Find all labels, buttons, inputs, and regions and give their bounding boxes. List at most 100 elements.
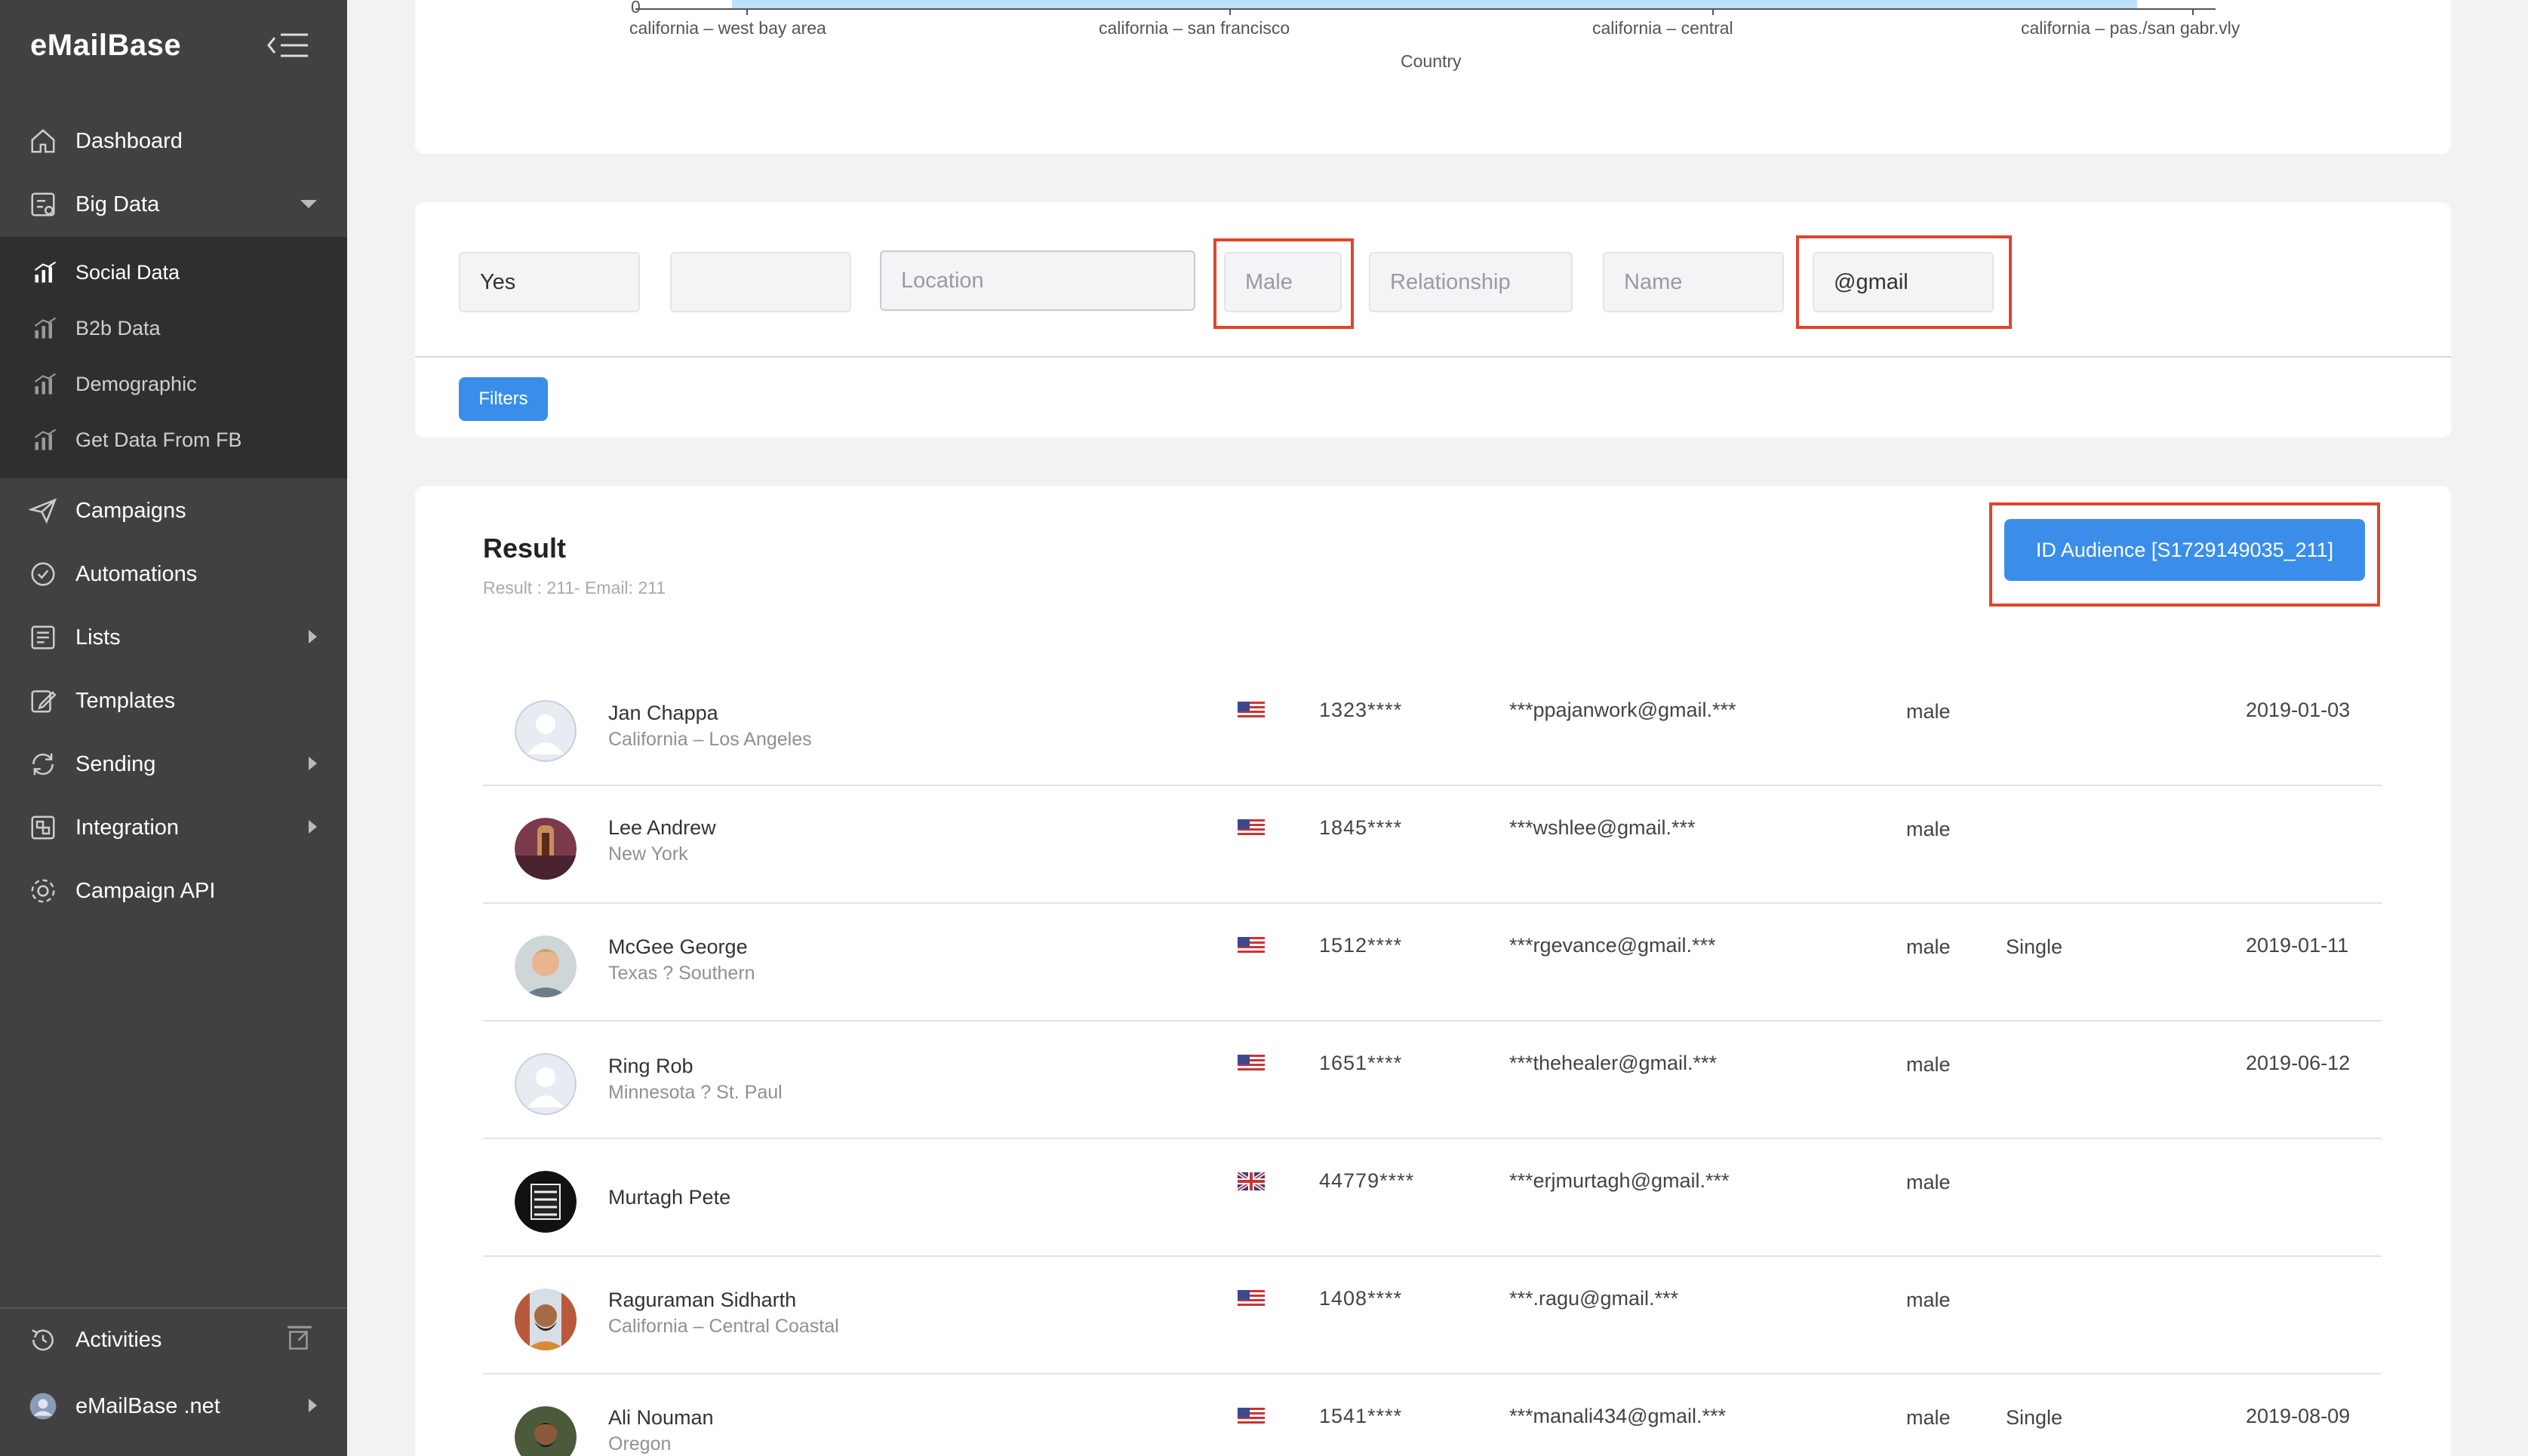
sidebar-item-integration[interactable]: Integration [0, 796, 347, 859]
table-row[interactable]: Jan Chappa California – Los Angeles 1323… [483, 668, 2382, 786]
avatar [515, 1406, 577, 1456]
check-circle-icon [27, 558, 59, 590]
sidebar-item-label: Campaign API [75, 878, 216, 903]
submenu-item-demographic[interactable]: Demographic [0, 356, 347, 412]
sidebar-item-account[interactable]: eMailBase .net [0, 1375, 347, 1438]
contact-relationship: Single [2006, 1406, 2063, 1429]
table-row[interactable]: Murtagh Pete 44779**** ***erjmurtagh@gma… [483, 1139, 2382, 1257]
sidebar-item-label: Integration [75, 815, 180, 840]
contact-gender: male [1906, 1289, 1951, 1311]
filter-field-empty[interactable] [670, 252, 851, 312]
filters-button[interactable]: Filters [459, 377, 548, 421]
contact-location: New York [608, 843, 688, 865]
contact-email: ***erjmurtagh@gmail.*** [1509, 1169, 1730, 1192]
send-icon [27, 495, 59, 527]
sidebar-item-dashboard[interactable]: Dashboard [0, 109, 347, 173]
table-row[interactable]: Raguraman Sidharth California – Central … [483, 1257, 2382, 1375]
home-icon [27, 125, 59, 157]
submenu-item-social-data[interactable]: Social Data [0, 244, 347, 300]
us-flag-icon [1238, 702, 1265, 720]
contact-name: Raguraman Sidharth [608, 1289, 797, 1311]
list-icon [27, 622, 59, 653]
submenu-item-b2b-data[interactable]: B2b Data [0, 300, 347, 356]
sidebar-item-label: Dashboard [75, 128, 183, 153]
sidebar-item-lists[interactable]: Lists [0, 606, 347, 669]
us-flag-icon [1238, 1290, 1265, 1308]
sidebar-item-label: Templates [75, 688, 176, 713]
result-card: Result Result : 211- Email: 211 ID Audie… [415, 486, 2451, 1456]
integration-icon [27, 812, 59, 843]
contact-email: ***manali434@gmail.*** [1509, 1405, 1727, 1427]
contact-phone: 1512**** [1319, 934, 1403, 957]
submenu-item-get-data-from-fb[interactable]: Get Data From FB [0, 412, 347, 468]
avatar [515, 1171, 577, 1233]
avatar [515, 1053, 577, 1115]
brand-logo[interactable]: eMailBase [30, 29, 181, 63]
contact-name: Murtagh Pete [608, 1186, 731, 1209]
contact-email: ***.ragu@gmail.*** [1509, 1287, 1679, 1310]
avatar [515, 935, 577, 997]
sidebar-item-automations[interactable]: Automations [0, 542, 347, 606]
avatar [27, 1390, 59, 1422]
bar-chart-icon [34, 373, 57, 395]
contact-location: California – Central Coastal [608, 1316, 839, 1337]
contact-gender: male [1906, 818, 1951, 840]
external-link-icon[interactable] [285, 1325, 314, 1359]
table-row[interactable]: Lee Andrew New York 1845**** ***wshlee@g… [483, 786, 2382, 904]
avatar [515, 818, 577, 880]
contact-email: ***thehealer@gmail.*** [1509, 1052, 1718, 1074]
contact-date: 2019-06-12 [2246, 1052, 2351, 1074]
edit-icon [27, 685, 59, 717]
y-tick-label: 0 [631, 0, 641, 17]
sidebar: eMailBase Dashboard Big Data Social Data… [0, 0, 347, 1456]
contact-phone: 1651**** [1319, 1052, 1403, 1074]
us-flag-icon [1238, 1408, 1265, 1426]
table-row[interactable]: Ring Rob Minnesota ? St. Paul 1651**** *… [483, 1021, 2382, 1139]
contact-location: California – Los Angeles [608, 729, 812, 750]
filter-card: Yes Location Male Relationship Name @gma… [415, 202, 2451, 438]
contact-phone: 1408**** [1319, 1287, 1403, 1310]
contact-name: Jan Chappa [608, 702, 718, 724]
sidebar-item-label: Campaigns [75, 498, 186, 523]
contact-date: 2019-01-11 [2246, 934, 2349, 957]
contact-location: Oregon [608, 1433, 672, 1454]
contact-name: Ali Nouman [608, 1406, 714, 1429]
sidebar-item-templates[interactable]: Templates [0, 669, 347, 733]
sidebar-item-label: Activities [75, 1327, 162, 1352]
us-flag-icon [1238, 819, 1265, 837]
relationship-input[interactable]: Relationship [1369, 252, 1573, 312]
highlight-box [1213, 238, 1354, 329]
sidebar-item-campaigns[interactable]: Campaigns [0, 479, 347, 542]
contact-gender: male [1906, 935, 1951, 958]
contact-gender: male [1906, 700, 1951, 723]
chevron-down-icon [300, 200, 317, 208]
location-input[interactable]: Location [880, 250, 1195, 311]
sidebar-item-label: eMailBase .net [75, 1393, 220, 1418]
x-tick-label: california – central [1592, 18, 1733, 38]
sidebar-item-sending[interactable]: Sending [0, 733, 347, 796]
name-input[interactable]: Name [1603, 252, 1784, 312]
contact-email: ***rgevance@gmail.*** [1509, 934, 1716, 957]
avatar [515, 1289, 577, 1350]
bar-chart-icon [34, 317, 57, 339]
contact-gender: male [1906, 1171, 1951, 1193]
chart-bar-highlight [732, 0, 2137, 9]
contact-name: Lee Andrew [608, 816, 716, 839]
highlight-box [1796, 235, 2012, 329]
table-row[interactable]: McGee George Texas ? Southern 1512**** *… [483, 904, 2382, 1021]
contact-relationship: Single [2006, 935, 2063, 958]
contact-phone: 44779**** [1319, 1169, 1415, 1192]
sidebar-item-activities[interactable]: Activities [0, 1308, 347, 1372]
big-data-submenu: Social Data B2b Data Demographic Get Dat… [0, 237, 347, 478]
contact-location: Minnesota ? St. Paul [608, 1082, 783, 1103]
table-row[interactable]: Ali Nouman Oregon 1541**** ***manali434@… [483, 1375, 2382, 1456]
filter-field-yes[interactable]: Yes [459, 252, 640, 312]
bar-chart-icon [34, 261, 57, 283]
contact-email: ***wshlee@gmail.*** [1509, 816, 1696, 839]
chevron-right-icon [309, 820, 317, 834]
menu-collapse-icon[interactable] [266, 30, 309, 60]
sidebar-item-big-data[interactable]: Big Data [0, 173, 347, 236]
sidebar-item-label: Big Data [75, 192, 160, 217]
sidebar-item-campaign-api[interactable]: Campaign API [0, 859, 347, 923]
contact-name: McGee George [608, 935, 748, 958]
